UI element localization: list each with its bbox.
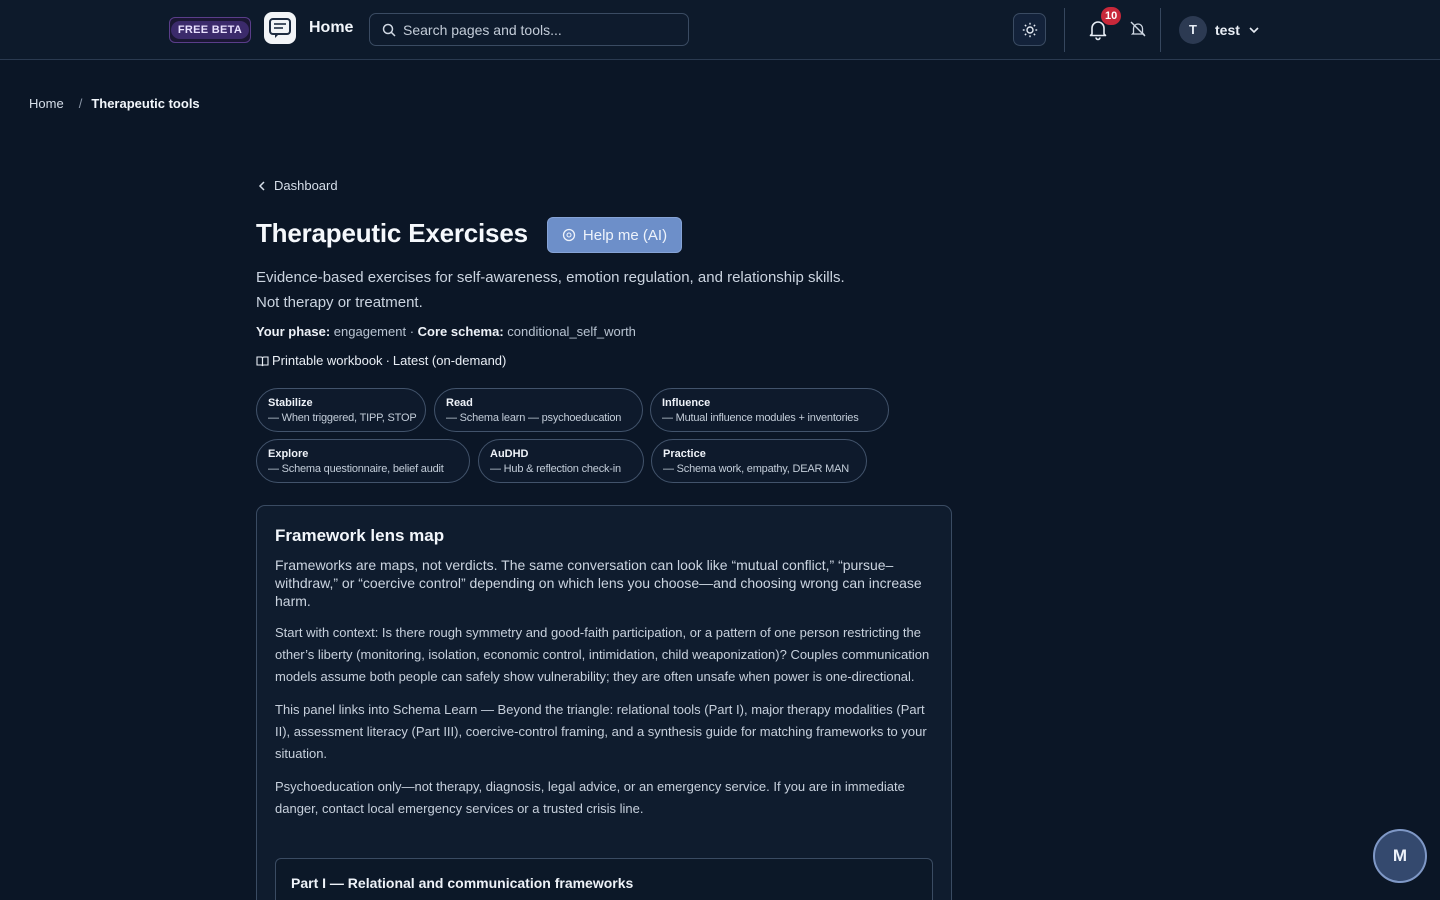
chip-title: Read (446, 397, 473, 409)
breadcrumb-home[interactable]: Home (29, 96, 64, 111)
workbook-version: Latest (on-demand) (392, 353, 507, 368)
back-label: Dashboard (274, 178, 338, 193)
chip-description: — Schema learn — psychoeducation (446, 412, 622, 424)
subtitle-line-2: Not therapy or treatment. (256, 294, 423, 311)
breadcrumb-separator: / (78, 96, 83, 111)
card-paragraph-disclaimer: Psychoeducation only—not therapy, diagno… (275, 779, 905, 816)
chip-practice[interactable]: Practice — Schema work, empathy, DEAR MA… (651, 439, 867, 483)
card-paragraph-links: This panel links into Schema Learn — Bey… (275, 702, 927, 761)
floating-menu-button[interactable]: M (1373, 829, 1427, 883)
printable-workbook-link[interactable]: Printable workbook · Latest (on-demand) (256, 353, 506, 368)
chip-read[interactable]: Read — Schema learn — psychoeducation (434, 388, 643, 432)
mute-notifications-button[interactable] (1129, 20, 1147, 38)
beta-badge-label: FREE BETA (170, 21, 250, 39)
framework-lens-map-card: Framework lens map Frameworks are maps, … (256, 505, 952, 900)
chip-description: — Mutual influence modules + inventories (662, 412, 859, 424)
part-one-title: Part I — Relational and communication fr… (291, 875, 634, 891)
chevron-left-icon (258, 180, 265, 191)
home-link[interactable]: Home (309, 19, 353, 37)
user-menu[interactable]: T test (1179, 15, 1260, 44)
chevron-down-icon (1249, 26, 1259, 33)
phase-separator: · (409, 324, 415, 339)
phase-value: engagement (333, 324, 407, 339)
theme-toggle-button[interactable] (1013, 13, 1046, 46)
search-icon (382, 23, 396, 37)
chip-description: — Schema work, empathy, DEAR MAN (663, 463, 849, 475)
book-icon (256, 355, 269, 366)
page-subtitle: Evidence-based exercises for self-awaren… (256, 265, 896, 315)
notification-count-badge: 10 (1101, 7, 1122, 25)
chip-title: Influence (662, 397, 711, 409)
help-ai-button[interactable]: Help me (AI) (547, 217, 682, 253)
workbook-separator: · (385, 353, 390, 368)
sun-icon (1022, 22, 1037, 37)
phase-label: Your phase: (256, 324, 331, 339)
breadcrumb: Home / Therapeutic tools (29, 96, 200, 111)
schema-label: Core schema: (417, 324, 504, 339)
search-input[interactable] (403, 21, 673, 38)
chip-audhd[interactable]: AuDHD — Hub & reflection check-in (478, 439, 644, 483)
card-paragraph-context: Start with context: Is there rough symme… (275, 625, 930, 684)
workbook-label: Printable workbook (272, 353, 383, 368)
phase-info: Your phase: engagement · Core schema: co… (256, 324, 636, 339)
divider (1064, 8, 1065, 52)
chip-description: — Schema questionnaire, belief audit (268, 463, 444, 475)
card-title: Framework lens map (275, 526, 445, 545)
help-circle-icon (562, 228, 576, 242)
top-nav-bar: FREE BETA Home Search pages and tools...… (0, 0, 1440, 60)
chip-stabilize[interactable]: Stabilize — When triggered, TIPP, STOP (256, 388, 426, 432)
divider (1160, 8, 1161, 52)
subtitle-line-1: Evidence-based exercises for self-awaren… (256, 269, 845, 286)
page-title: Therapeutic Exercises (256, 218, 528, 248)
back-to-dashboard-link[interactable]: Dashboard (258, 178, 338, 193)
chip-title: Stabilize (268, 397, 313, 409)
user-name: test (1215, 21, 1240, 38)
chip-description: — Hub & reflection check-in (490, 463, 621, 475)
card-intro: Frameworks are maps, not verdicts. The s… (275, 557, 922, 609)
chip-title: Practice (663, 448, 706, 460)
part-one-section[interactable]: Part I — Relational and communication fr… (275, 858, 933, 900)
avatar: T (1179, 15, 1207, 44)
app-logo-icon[interactable] (264, 12, 296, 44)
chip-title: Explore (268, 448, 309, 460)
chip-influence[interactable]: Influence — Mutual influence modules + i… (650, 388, 889, 432)
chip-explore[interactable]: Explore — Schema questionnaire, belief a… (256, 439, 470, 483)
schema-value: conditional_self_worth (507, 324, 636, 339)
bell-off-icon (1130, 21, 1146, 37)
breadcrumb-current: Therapeutic tools (91, 96, 200, 111)
help-ai-label: Help me (AI) (582, 226, 668, 244)
chip-title: AuDHD (490, 448, 529, 460)
chip-description: — When triggered, TIPP, STOP (268, 412, 417, 424)
beta-badge: FREE BETA (169, 17, 251, 43)
search-bar[interactable] (369, 13, 689, 46)
